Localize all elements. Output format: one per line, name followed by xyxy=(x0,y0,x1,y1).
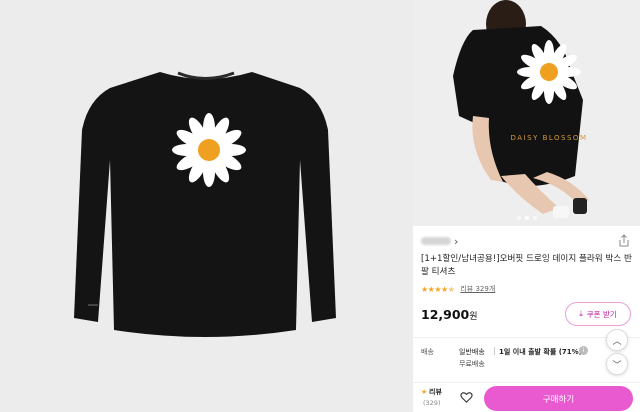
price-unit: 원 xyxy=(469,312,478,322)
model-print-text: DAISY BLOSSOM xyxy=(511,134,588,142)
free-shipping: 무료배송 xyxy=(459,360,485,368)
price-value: 12,900 xyxy=(421,307,470,322)
model-illustration: DAISY BLOSSOM xyxy=(413,0,640,226)
heart-icon[interactable] xyxy=(460,391,473,404)
tshirt-illustration xyxy=(74,71,336,337)
store-name-blurred xyxy=(421,237,451,245)
info-icon[interactable]: i xyxy=(579,346,588,355)
scroll-down-button[interactable]: ﹀ xyxy=(606,353,628,375)
rating-stars: ★★★★★ xyxy=(421,284,455,294)
chevron-right-icon: › xyxy=(454,234,459,248)
image-pagination xyxy=(413,216,640,220)
scroll-up-button[interactable]: ︿ xyxy=(606,329,628,351)
product-title: [1+1할인/남녀공용!]오버핏 드로잉 데이지 플라워 박스 반팔 티셔츠 xyxy=(421,254,632,277)
shipping-label: 배송 xyxy=(421,348,434,356)
rating-row: ★★★★★ 리뷰 329개 xyxy=(421,283,495,295)
product-detail-panel: DAISY BLOSSOM › [1+1할인/남녀공용!]오버핏 드로잉 데이지… xyxy=(413,0,640,412)
chevron-up-icon: ︿ xyxy=(612,336,622,347)
share-icon[interactable] xyxy=(618,234,630,248)
pagination-dot[interactable] xyxy=(516,216,521,220)
chevron-down-icon: ﹀ xyxy=(612,360,622,371)
coupon-label: 쿠폰 받기 xyxy=(586,309,617,319)
review-tab-label[interactable]: 리뷰 xyxy=(429,387,442,397)
review-star-icon: ★ xyxy=(421,388,428,396)
pagination-dot[interactable] xyxy=(532,216,537,220)
download-icon: ⤓ xyxy=(579,309,583,318)
buy-button[interactable]: 구매하기 xyxy=(484,386,633,411)
store-link[interactable]: › xyxy=(421,234,632,248)
product-model-image[interactable]: DAISY BLOSSOM xyxy=(413,0,640,226)
coupon-button[interactable]: ⤓ 쿠폰 받기 xyxy=(565,302,631,326)
shipping-separator xyxy=(494,347,495,355)
product-main-image xyxy=(0,0,413,412)
pagination-dot-active[interactable] xyxy=(524,216,529,220)
shipping-description: 1일 이내 출발 확률 (71%) xyxy=(499,348,582,356)
price: 12,900원 xyxy=(421,307,478,322)
review-count-link[interactable]: 리뷰 329개 xyxy=(460,284,495,294)
review-tab-count: (329) xyxy=(423,399,441,407)
product-page: DAISY BLOSSOM › [1+1할인/남녀공용!]오버핏 드로잉 데이지… xyxy=(0,0,640,412)
shipping-type: 일반배송 xyxy=(459,348,485,356)
